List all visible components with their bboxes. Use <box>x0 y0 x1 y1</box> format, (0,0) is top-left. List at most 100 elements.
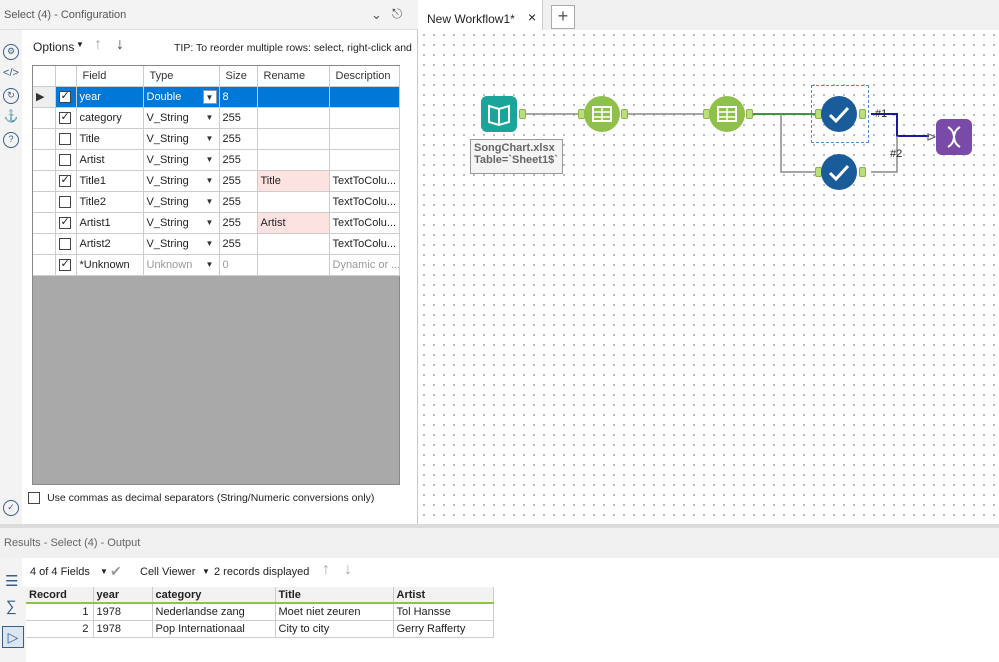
decimal-checkbox[interactable] <box>28 492 40 505</box>
description-cell[interactable] <box>329 149 400 171</box>
type-cell[interactable]: V_String ▼ <box>143 170 220 192</box>
description-cell[interactable]: TextToColu... <box>329 212 400 234</box>
rename-cell[interactable] <box>257 86 330 108</box>
fields-dropdown[interactable]: 4 of 4 Fields <box>30 566 90 578</box>
size-cell[interactable]: 0 <box>219 254 258 276</box>
check-circle-icon[interactable]: ✓ <box>3 500 19 516</box>
size-cell[interactable]: 255 <box>219 233 258 255</box>
table-row[interactable]: 2 1978 Pop Internationaal City to city G… <box>26 620 494 638</box>
type-cell[interactable]: V_String ▼ <box>143 107 220 129</box>
description-cell[interactable]: TextToColu... <box>329 233 400 255</box>
tag-icon[interactable]: ▷ <box>2 626 24 648</box>
description-cell[interactable]: TextToColu... <box>329 170 400 192</box>
size-cell[interactable]: 8 <box>219 86 258 108</box>
col-description[interactable]: Description <box>329 66 400 87</box>
description-cell[interactable]: Dynamic or ... <box>329 254 400 276</box>
row-selector[interactable] <box>33 191 56 213</box>
size-cell[interactable]: 255 <box>219 191 258 213</box>
chevron-down-icon[interactable]: ▼ <box>203 132 217 146</box>
move-up-icon[interactable]: ↑ <box>322 561 330 579</box>
chevron-down-icon[interactable]: ▼ <box>100 567 108 576</box>
chevron-down-icon[interactable]: ▼ <box>203 111 217 125</box>
output-anchor[interactable] <box>859 109 866 119</box>
move-up-icon[interactable]: ↑ <box>94 36 102 54</box>
table-row[interactable]: Title V_String ▼ 255 <box>33 128 400 150</box>
col-record[interactable]: Record <box>26 587 94 604</box>
col-year[interactable]: year <box>93 587 153 604</box>
rename-cell[interactable] <box>257 128 330 150</box>
type-cell[interactable]: V_String ▼ <box>143 233 220 255</box>
move-down-icon[interactable]: ↓ <box>344 561 352 579</box>
type-cell[interactable]: V_String ▼ <box>143 191 220 213</box>
keep-checkbox[interactable] <box>58 257 71 271</box>
field-cell[interactable]: Artist1 <box>76 212 144 234</box>
table-row[interactable]: Title2 V_String ▼ 255 TextToColu... <box>33 191 400 213</box>
table-row[interactable]: 1 1978 Nederlandse zang Moet niet zeuren… <box>26 603 494 621</box>
row-selector[interactable] <box>33 233 56 255</box>
keep-checkbox[interactable] <box>58 89 71 103</box>
row-selector[interactable] <box>33 128 56 150</box>
col-title[interactable]: Title <box>275 587 394 604</box>
col-type[interactable]: Type <box>143 66 220 87</box>
field-cell[interactable]: Title2 <box>76 191 144 213</box>
field-cell[interactable]: category <box>76 107 144 129</box>
size-cell[interactable]: 255 <box>219 107 258 129</box>
pin-icon[interactable]: ⎋ <box>392 6 402 22</box>
field-cell[interactable]: Title <box>76 128 144 150</box>
col-field[interactable]: Field <box>76 66 144 87</box>
description-cell[interactable] <box>329 107 400 129</box>
keep-checkbox[interactable] <box>58 195 71 208</box>
description-cell[interactable] <box>329 86 400 108</box>
field-cell[interactable]: Artist <box>76 149 144 171</box>
col-size[interactable]: Size <box>219 66 258 87</box>
field-cell[interactable]: *Unknown <box>76 254 144 276</box>
field-cell[interactable]: Title1 <box>76 170 144 192</box>
checkmark-icon[interactable]: ✔ <box>110 563 122 580</box>
col-rename[interactable]: Rename <box>257 66 330 87</box>
output-anchor[interactable] <box>859 167 866 177</box>
chevron-down-icon[interactable]: ▼ <box>202 567 210 576</box>
keep-checkbox[interactable] <box>58 153 71 166</box>
row-selector[interactable]: ▶ <box>33 86 56 108</box>
chevron-down-icon[interactable]: ▼ <box>202 89 217 104</box>
select-tool-4[interactable] <box>821 96 857 132</box>
chevron-down-icon[interactable]: ▼ <box>203 174 217 188</box>
type-cell[interactable]: V_String ▼ <box>143 212 220 234</box>
rename-cell[interactable] <box>257 233 330 255</box>
chevron-down-icon[interactable]: ▼ <box>203 216 217 230</box>
rename-cell[interactable] <box>257 149 330 171</box>
col-category[interactable]: category <box>152 587 276 604</box>
sigma-icon[interactable]: ∑ <box>6 598 17 615</box>
table-row[interactable]: Artist2 V_String ▼ 255 TextToColu... <box>33 233 400 255</box>
rename-cell[interactable] <box>257 254 330 276</box>
tab-new-workflow[interactable]: New Workflow1* × <box>419 0 543 34</box>
table-row[interactable]: categoryV_String ▼255 <box>33 107 400 129</box>
chevron-down-icon[interactable]: ▼ <box>76 40 84 49</box>
chevron-down-icon[interactable]: ⌄ <box>371 7 382 23</box>
chevron-down-icon[interactable]: ▼ <box>203 237 217 251</box>
text-to-columns-tool-1[interactable] <box>584 96 620 132</box>
table-row[interactable]: *UnknownUnknown ▼0 Dynamic or ... <box>33 254 400 276</box>
type-cell[interactable]: Double ▼ <box>143 86 220 108</box>
col-artist[interactable]: Artist <box>393 587 494 604</box>
move-down-icon[interactable]: ↓ <box>116 36 124 54</box>
field-cell[interactable]: Artist2 <box>76 233 144 255</box>
row-selector[interactable] <box>33 254 56 276</box>
type-cell[interactable]: V_String ▼ <box>143 128 220 150</box>
code-icon[interactable]: </> <box>3 67 19 83</box>
table-row[interactable]: Title1V_String ▼255TitleTextToColu... <box>33 170 400 192</box>
table-row[interactable]: ▶ yearDouble ▼8 <box>33 86 400 108</box>
chevron-down-icon[interactable]: ▼ <box>203 195 217 209</box>
refresh-icon[interactable]: ↻ <box>3 88 19 104</box>
size-cell[interactable]: 255 <box>219 212 258 234</box>
keep-checkbox[interactable] <box>58 110 71 124</box>
table-row[interactable]: Artist1V_String ▼255ArtistTextToColu... <box>33 212 400 234</box>
row-selector[interactable] <box>33 170 56 192</box>
output-anchor[interactable] <box>746 109 753 119</box>
input-data-tool[interactable] <box>481 96 517 132</box>
output-anchor[interactable] <box>519 109 526 119</box>
options-menu[interactable]: Options <box>33 40 74 54</box>
field-cell[interactable]: year <box>76 86 144 108</box>
table-row[interactable]: Artist V_String ▼ 255 <box>33 149 400 171</box>
text-to-columns-tool-2[interactable] <box>709 96 745 132</box>
